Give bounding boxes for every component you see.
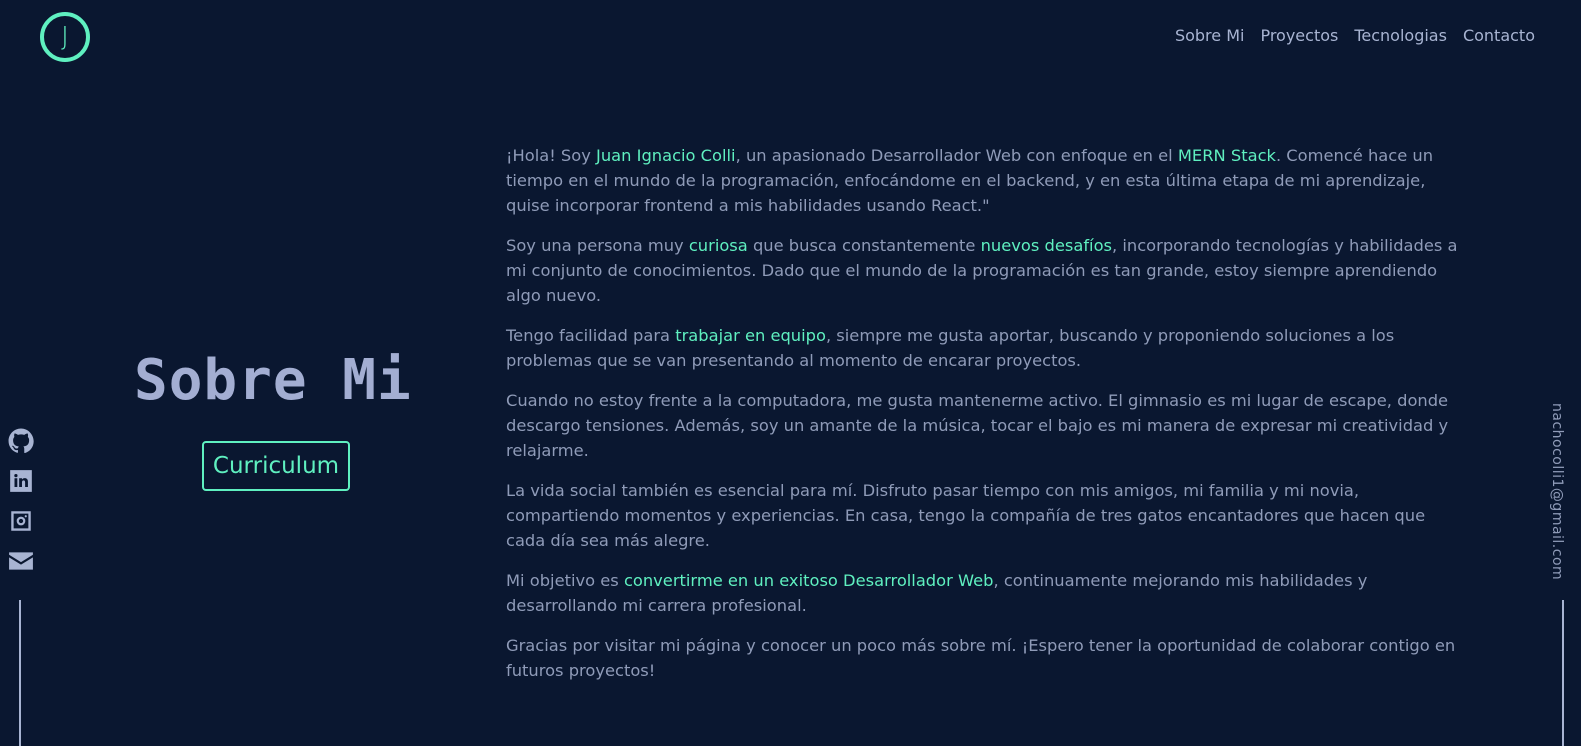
instagram-icon[interactable] [8,508,34,534]
paragraph-text: ¡Hola! Soy [506,146,597,165]
highlight-text: trabajar en equipo [675,326,826,345]
nav-proyectos[interactable]: Proyectos [1260,26,1338,45]
nav-tecnologias[interactable]: Tecnologias [1354,26,1447,45]
paragraph-text: Soy una persona muy [506,236,689,255]
right-rail-line [1562,600,1564,746]
paragraph-text: Tengo facilidad para [506,326,676,345]
highlight-text: Juan Ignacio Colli [596,146,736,165]
email-link[interactable]: nachocolli1@gmail.com [1549,403,1565,580]
nav-sobre-mi[interactable]: Sobre Mi [1175,26,1245,45]
about-paragraph-1: ¡Hola! Soy Juan Ignacio Colli, un apasio… [506,143,1466,218]
left-rail-line [19,600,21,746]
highlight-text: curiosa [688,236,748,255]
page-title: Sobre Mi [134,348,412,413]
curriculum-button[interactable]: Curriculum [202,441,350,491]
highlight-text: MERN Stack [1177,146,1276,165]
envelope-icon[interactable] [8,548,34,574]
top-nav: Sobre Mi Proyectos Tecnologias Contacto [1175,26,1535,45]
paragraph-text: que busca constantemente [747,236,981,255]
about-paragraph-2: Soy una persona muy curiosa que busca co… [506,233,1466,308]
nav-contacto[interactable]: Contacto [1463,26,1535,45]
logo-letter: J [61,22,69,52]
social-links [8,428,34,574]
about-text: ¡Hola! Soy Juan Ignacio Colli, un apasio… [506,143,1466,698]
paragraph-text: , un apasionado Desarrollador Web con en… [735,146,1178,165]
highlight-text: nuevos desafíos [980,236,1113,255]
highlight-text: convertirme en un exitoso Desarrollador … [623,571,994,590]
page: J Sobre Mi Proyectos Tecnologias Contact… [0,0,1581,746]
about-paragraph-4: Cuando no estoy frente a la computadora,… [506,388,1466,463]
github-icon[interactable] [8,428,34,454]
paragraph-text: La vida social también es esencial para … [506,481,1426,550]
paragraph-text: Cuando no estoy frente a la computadora,… [506,391,1449,460]
about-paragraph-3: Tengo facilidad para trabajar en equipo,… [506,323,1466,373]
paragraph-text: Gracias por visitar mi página y conocer … [506,636,1456,680]
linkedin-icon[interactable] [8,468,34,494]
paragraph-text: Mi objetivo es [506,571,624,590]
logo-button[interactable]: J [40,12,90,62]
about-paragraph-5: La vida social también es esencial para … [506,478,1466,553]
about-paragraph-7: Gracias por visitar mi página y conocer … [506,633,1466,683]
about-paragraph-6: Mi objetivo es convertirme en un exitoso… [506,568,1466,618]
